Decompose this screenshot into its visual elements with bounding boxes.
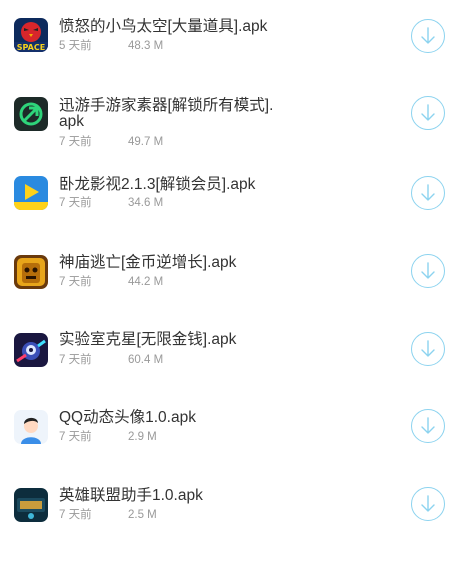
download-button[interactable] — [411, 176, 445, 210]
temple-run-icon — [14, 255, 48, 289]
app-meta: 5 天前 48.3 M — [59, 40, 163, 53]
app-title[interactable]: 迅游手游家素器[解锁所有模式].apk — [59, 98, 274, 130]
download-arrow-icon — [421, 184, 435, 201]
app-meta: 7 天前 49.7 M — [59, 136, 163, 149]
app-time: 7 天前 — [59, 197, 92, 209]
download-button[interactable] — [411, 254, 445, 288]
app-title[interactable]: 实验室克星[无限金钱].apk — [59, 332, 289, 348]
app-meta: 7 天前 2.9 M — [59, 431, 157, 444]
download-arrow-icon — [421, 262, 435, 279]
app-size: 34.6 M — [128, 197, 164, 209]
lab-buster-icon — [14, 333, 48, 367]
app-title[interactable]: 愤怒的小鸟太空[大量道具].apk — [59, 19, 289, 35]
angry-birds-space-icon: SPACE — [14, 18, 48, 52]
app-size: 48.3 M — [128, 40, 164, 52]
app-size: 44.2 M — [128, 276, 164, 288]
download-arrow-icon — [421, 495, 435, 512]
app-time: 7 天前 — [59, 276, 92, 288]
app-meta: 7 天前 44.2 M — [59, 276, 163, 289]
download-button[interactable] — [411, 19, 445, 53]
app-time: 7 天前 — [59, 431, 92, 443]
app-size: 60.4 M — [128, 354, 164, 366]
download-arrow-icon — [421, 340, 435, 357]
download-arrow-icon — [421, 417, 435, 434]
app-size: 2.5 M — [128, 509, 157, 521]
app-title[interactable]: 英雄联盟助手1.0.apk — [59, 488, 289, 504]
app-title[interactable]: QQ动态头像1.0.apk — [59, 410, 289, 426]
download-button[interactable] — [411, 409, 445, 443]
app-list: SPACE 愤怒的小鸟太空[大量道具].apk 5 天前 48.3 M 迅游手游… — [0, 0, 456, 564]
download-button[interactable] — [411, 332, 445, 366]
app-time: 7 天前 — [59, 136, 92, 148]
app-size: 2.9 M — [128, 431, 157, 443]
app-meta: 7 天前 60.4 M — [59, 354, 163, 367]
xunyou-icon — [14, 97, 48, 131]
download-arrow-icon — [421, 27, 435, 44]
app-title[interactable]: 神庙逃亡[金币逆增长].apk — [59, 255, 289, 271]
wolong-video-icon — [14, 176, 48, 210]
svg-text:SPACE: SPACE — [17, 43, 45, 52]
app-meta: 7 天前 34.6 M — [59, 197, 163, 210]
app-meta: 7 天前 2.5 M — [59, 509, 157, 522]
app-title[interactable]: 卧龙影视2.1.3[解锁会员].apk — [59, 177, 289, 193]
app-time: 7 天前 — [59, 509, 92, 521]
download-button[interactable] — [411, 96, 445, 130]
download-arrow-icon — [421, 104, 435, 121]
qq-avatar-icon — [14, 410, 48, 444]
download-button[interactable] — [411, 487, 445, 521]
lol-helper-icon — [14, 488, 48, 522]
app-size: 49.7 M — [128, 136, 164, 148]
app-time: 5 天前 — [59, 40, 92, 52]
app-time: 7 天前 — [59, 354, 92, 366]
